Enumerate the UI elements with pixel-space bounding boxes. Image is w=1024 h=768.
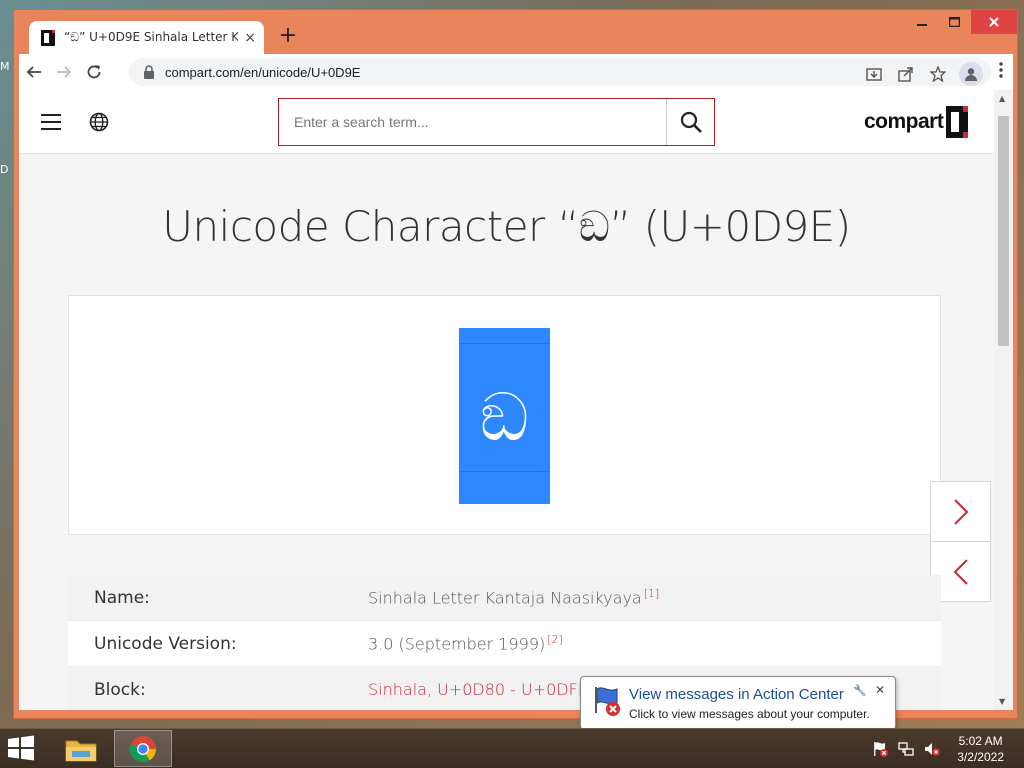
bookmark-button[interactable] xyxy=(927,64,949,84)
minimize-icon xyxy=(916,24,927,26)
site-header: compart xyxy=(19,90,994,154)
compart-favicon-icon xyxy=(41,29,55,46)
action-center-notification[interactable]: View messages in Action Center Click to … xyxy=(580,676,896,746)
chevron-right-icon xyxy=(953,498,968,525)
clock-time: 5:02 AM xyxy=(958,734,1003,748)
globe-icon[interactable] xyxy=(89,112,109,132)
chrome-icon xyxy=(129,735,157,762)
tab-title: “ඞ” U+0D9E Sinhala Letter Kantaja Naasik… xyxy=(64,30,239,44)
profile-button[interactable] xyxy=(959,62,983,86)
new-tab-button[interactable]: + xyxy=(278,24,298,48)
volume-muted-icon[interactable] xyxy=(924,741,940,757)
info-key: Block: xyxy=(94,679,146,700)
arrow-left-icon xyxy=(26,66,41,78)
start-button[interactable] xyxy=(6,735,40,763)
glyph-character: ඞ xyxy=(480,379,529,456)
download-icon xyxy=(866,68,882,81)
chrome-taskbar-button[interactable] xyxy=(114,730,172,767)
reference-link[interactable]: [1] xyxy=(644,587,660,600)
file-explorer-taskbar-button[interactable] xyxy=(52,730,110,767)
page-content: compart Unicode Character “ඞ” (U+0D9E) ඞ… xyxy=(19,90,994,710)
browser-toolbar: compart.com/en/unicode/U+0D9E xyxy=(19,54,1013,90)
star-icon xyxy=(930,66,946,82)
close-icon xyxy=(989,17,999,27)
system-tray xyxy=(872,741,940,757)
maximize-icon xyxy=(949,17,960,27)
close-window-button[interactable] xyxy=(971,10,1017,34)
forward-button[interactable] xyxy=(49,57,79,87)
info-key: Name: xyxy=(94,587,150,608)
reload-button[interactable] xyxy=(79,57,109,87)
glyph-band-bottom xyxy=(459,471,550,487)
desktop-icon-label: D xyxy=(0,163,9,176)
next-character-button[interactable] xyxy=(930,481,991,542)
browser-window: “ඞ” U+0D9E Sinhala Letter Kantaja Naasik… xyxy=(13,9,1018,719)
tab-close-button[interactable]: × xyxy=(244,30,256,46)
hamburger-menu-icon[interactable] xyxy=(41,114,61,130)
wrench-icon[interactable]: 🔧 xyxy=(853,684,867,697)
scroll-down-arrow-icon[interactable]: ▼ xyxy=(999,697,1005,706)
notification-text: Click to view messages about your comput… xyxy=(629,707,870,721)
reload-icon xyxy=(87,65,101,79)
more-vertical-icon xyxy=(999,62,1003,78)
folder-icon xyxy=(65,740,97,761)
scroll-up-arrow-icon[interactable]: ▲ xyxy=(999,94,1005,103)
search-button[interactable] xyxy=(666,99,714,145)
browser-menu-button[interactable] xyxy=(991,62,1011,82)
lock-icon xyxy=(144,65,154,79)
chevron-left-icon xyxy=(953,558,968,585)
action-center-flag-icon[interactable] xyxy=(872,741,888,757)
taskbar-clock[interactable]: 5:02 AM 3/2/2022 xyxy=(957,733,1004,765)
glyph-band-top xyxy=(459,328,550,344)
info-key: Unicode Version: xyxy=(94,633,237,654)
desktop-icon-label: M xyxy=(0,60,10,73)
reference-link[interactable]: [2] xyxy=(547,633,563,646)
block-link[interactable]: Sinhala, U+0D80 - U+0DFF xyxy=(368,680,587,699)
page-title: Unicode Character “ඞ” (U+0D9E) xyxy=(162,202,851,251)
glyph-preview: ඞ xyxy=(68,295,941,535)
notification-close-button[interactable]: ✕ xyxy=(875,683,885,697)
info-value-text: Sinhala Letter Kantaja Naasikyaya xyxy=(368,588,642,608)
clock-date: 3/2/2022 xyxy=(957,750,1004,764)
info-value: 3.0 (September 1999) [2] xyxy=(368,633,563,653)
action-center-flag-icon xyxy=(591,685,623,717)
browser-tab[interactable]: “ඞ” U+0D9E Sinhala Letter Kantaja Naasik… xyxy=(29,21,264,54)
table-row: Name: Sinhala Letter Kantaja Naasikyaya[… xyxy=(68,575,941,621)
arrow-right-icon xyxy=(57,66,72,78)
minimize-button[interactable] xyxy=(905,10,938,34)
window-controls xyxy=(905,10,1017,34)
compart-logo[interactable]: compart xyxy=(864,106,969,138)
search-input[interactable] xyxy=(279,99,667,145)
url-text: compart.com/en/unicode/U+0D9E xyxy=(165,64,361,80)
share-button[interactable] xyxy=(895,64,917,84)
address-bar[interactable]: compart.com/en/unicode/U+0D9E xyxy=(129,58,991,86)
glyph-tile: ඞ xyxy=(459,328,550,504)
back-button[interactable] xyxy=(19,57,49,87)
info-value: Sinhala Letter Kantaja Naasikyaya [1] xyxy=(368,587,659,607)
windows-logo-icon xyxy=(8,735,34,761)
table-row: Unicode Version: 3.0 (September 1999) [2] xyxy=(68,621,941,667)
search-icon xyxy=(680,111,702,133)
network-icon[interactable] xyxy=(898,741,914,757)
logo-text: compart xyxy=(864,110,944,133)
omnibox-actions xyxy=(863,62,983,86)
maximize-button[interactable] xyxy=(938,10,971,34)
scroll-thumb[interactable] xyxy=(998,116,1009,346)
share-icon xyxy=(898,67,913,82)
notification-title: View messages in Action Center xyxy=(629,686,844,703)
avatar-icon xyxy=(965,68,977,81)
page-scrollbar[interactable]: ▲ ▼ xyxy=(994,90,1013,710)
compart-logo-mark-icon xyxy=(946,106,969,138)
site-search xyxy=(278,98,715,146)
info-value-text: 3.0 (September 1999) xyxy=(368,634,546,654)
taskbar: 5:02 AM 3/2/2022 xyxy=(0,728,1024,768)
install-app-button[interactable] xyxy=(863,64,885,84)
